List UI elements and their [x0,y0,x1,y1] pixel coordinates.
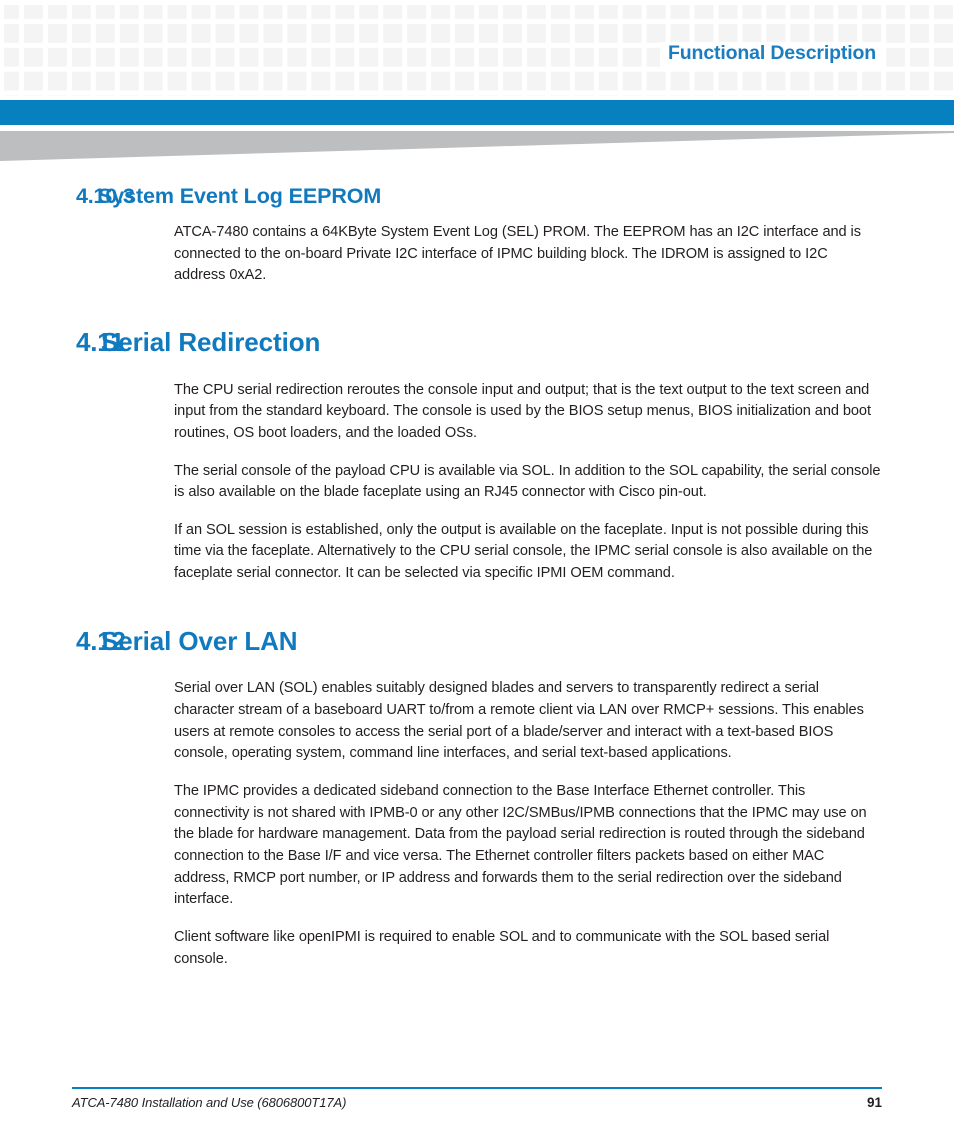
page-footer: ATCA-7480 Installation and Use (6806800T… [72,1087,882,1110]
section-heading-4-10-3: 4.10.3 System Event Log EEPROM [0,184,954,209]
paragraph: The serial console of the payload CPU is… [174,462,881,501]
page-header-title: Functional Description [660,42,882,67]
section-heading-4-11: 4.11 Serial Redirection [0,327,954,358]
footer-divider [72,1087,882,1089]
section-title: System Event Log EEPROM [98,184,382,208]
paragraph: The IPMC provides a dedicated sideband c… [174,783,867,908]
section-heading-4-12: 4.12 Serial Over LAN [0,626,954,657]
paragraph: Client software like openIPMI is require… [174,928,830,967]
footer-row: ATCA-7480 Installation and Use (6806800T… [72,1095,882,1110]
section-title: Serial Over LAN [101,625,298,656]
section-number: 4.11 [76,326,125,357]
header-blue-bar [0,100,954,125]
paragraph: Serial over LAN (SOL) enables suitably d… [174,680,864,762]
paragraph: If an SOL session is established, only t… [174,521,873,582]
section-title: Serial Redirection [101,326,321,357]
page-header: Functional Description [0,0,954,96]
paragraph: ATCA-7480 contains a 64KByte System Even… [174,224,861,284]
footer-page-number: 91 [866,1095,882,1110]
section-number: 4.10.3 [76,184,135,208]
section-number: 4.12 [76,625,126,656]
footer-document-title: ATCA-7480 Installation and Use (6806800T… [72,1095,347,1110]
document-body: 4.10.3 System Event Log EEPROM ATCA-7480… [0,167,954,970]
header-gray-swoosh [0,131,954,161]
paragraph: The CPU serial redirection reroutes the … [174,381,871,441]
